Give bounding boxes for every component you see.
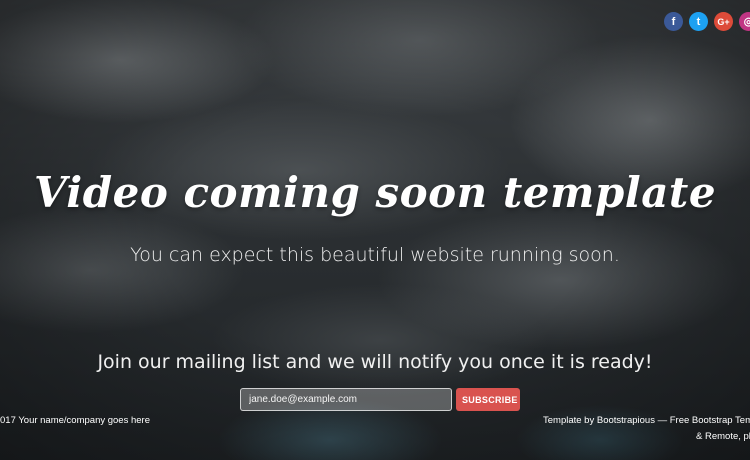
- google-plus-icon[interactable]: G+: [714, 12, 733, 31]
- twitter-icon[interactable]: t: [689, 12, 708, 31]
- page-title: Video coming soon template: [33, 168, 717, 217]
- email-field[interactable]: [240, 388, 452, 411]
- social-links: f t G+ ◎: [664, 12, 750, 31]
- subscribe-button[interactable]: SUBSCRIBE: [456, 388, 520, 411]
- footer-credit[interactable]: Template by Bootstrapious — Free Bootstr…: [543, 415, 750, 426]
- subscribe-form: SUBSCRIBE: [240, 388, 520, 411]
- footer-credit-continued: & Remote, ple: [696, 431, 750, 442]
- mailing-list-text: Join our mailing list and we will notify…: [97, 351, 653, 373]
- instagram-icon[interactable]: ◎: [739, 12, 750, 31]
- footer-copyright: 017 Your name/company goes here: [0, 415, 150, 426]
- page-subtitle: You can expect this beautiful website ru…: [130, 244, 620, 266]
- facebook-icon[interactable]: f: [664, 12, 683, 31]
